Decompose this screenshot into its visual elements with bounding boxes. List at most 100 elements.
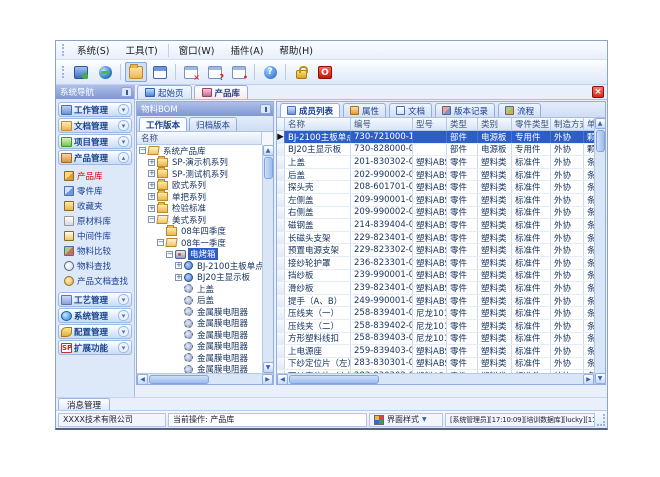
- sidebar-item-产品文档查找[interactable]: 产品文档查找: [62, 273, 132, 288]
- scroll-left-icon[interactable]: ◀: [137, 374, 148, 385]
- sidebar-item-原材料库[interactable]: 原材料库: [62, 213, 132, 228]
- table-row[interactable]: 预置电源支架229-823302-00Z塑料ABS零件塑料类标准件外协条: [277, 244, 594, 257]
- expand-icon[interactable]: +: [148, 205, 155, 212]
- tree-node[interactable]: +SP-测试机系列: [137, 168, 262, 180]
- table-row[interactable]: 压线夹（二）258-839402-00Z尼龙1010零件塑料类标准件外协条: [277, 320, 594, 333]
- table-vertical-scrollbar[interactable]: ▲ ▼: [594, 118, 605, 384]
- sidebar-group-扩展功能[interactable]: 扩展功能▾: [58, 340, 132, 355]
- table-row[interactable]: 上电源座259-839403-00Z塑料ABS零件塑料类标准件外协条: [277, 345, 594, 358]
- expand-icon[interactable]: +: [148, 182, 155, 189]
- sidebar-group-系统管理[interactable]: 系统管理▾: [58, 308, 132, 323]
- expand-icon[interactable]: +: [175, 274, 182, 281]
- menu-item[interactable]: 帮助(H): [271, 41, 321, 59]
- window-close-button[interactable]: [180, 62, 202, 82]
- help-button[interactable]: [259, 62, 281, 82]
- chevron-down-icon[interactable]: ▾: [118, 326, 129, 337]
- tab-流程[interactable]: 流程: [498, 103, 541, 117]
- pin-icon[interactable]: [121, 87, 132, 97]
- tree-node[interactable]: +欧式系列: [137, 180, 262, 192]
- chevron-down-icon[interactable]: ▾: [118, 104, 129, 115]
- column-header-类别[interactable]: 类别: [478, 118, 512, 130]
- window-help-button[interactable]: [204, 62, 226, 82]
- chevron-up-icon[interactable]: ▴: [118, 152, 129, 163]
- desktop-button[interactable]: [70, 62, 92, 82]
- tab-归档版本[interactable]: 归档版本: [189, 117, 237, 131]
- tree-node[interactable]: +BJ20主显示板: [137, 272, 262, 284]
- tree-node[interactable]: 金属膜电阻器: [137, 341, 262, 353]
- scroll-down-icon[interactable]: ▼: [595, 373, 606, 384]
- table-row[interactable]: 接纱轮护罩236-823301-00Z塑料ABS零件塑料类标准件外协条: [277, 257, 594, 270]
- column-header-单位[interactable]: 单位: [584, 118, 594, 130]
- tree-node[interactable]: −电烤箱: [137, 249, 262, 261]
- close-tab-icon[interactable]: ×: [592, 86, 604, 98]
- sidebar-item-零件库[interactable]: 零件库: [62, 183, 132, 198]
- collapse-icon[interactable]: −: [157, 239, 164, 246]
- table-row[interactable]: 上盖201-830302-00Z塑料ABS零件塑料类标准件外协条: [277, 156, 594, 169]
- tree-node[interactable]: +单把系列: [137, 191, 262, 203]
- tree-node[interactable]: 金属膜电阻器: [137, 329, 262, 341]
- table-horizontal-scrollbar[interactable]: ◀ ▶: [277, 373, 594, 384]
- tree-node[interactable]: +BJ-2100主板单点: [137, 260, 262, 272]
- tree-node[interactable]: −系统产品库: [137, 145, 262, 157]
- sidebar-item-中间件库[interactable]: 中间件库: [62, 228, 132, 243]
- collapse-icon[interactable]: −: [148, 216, 155, 223]
- lock-button[interactable]: [290, 62, 312, 82]
- globe-button[interactable]: [94, 62, 116, 82]
- chevron-down-icon[interactable]: ▾: [118, 136, 129, 147]
- exit-button[interactable]: [314, 62, 336, 82]
- table-row[interactable]: 左侧盖209-990001-01Z塑料ABS零件塑料类标准件外协条: [277, 194, 594, 207]
- tab-成员列表[interactable]: 成员列表: [280, 103, 340, 117]
- tab-版本记录[interactable]: 版本记录: [435, 103, 495, 117]
- expand-icon[interactable]: +: [148, 170, 155, 177]
- scroll-down-icon[interactable]: ▼: [263, 362, 274, 373]
- pin-icon[interactable]: [260, 104, 271, 114]
- tab-文档[interactable]: 文档: [389, 103, 432, 117]
- tree-horizontal-scrollbar[interactable]: ◀ ▶: [137, 373, 273, 384]
- column-header-类型[interactable]: 类型: [447, 118, 478, 130]
- layout-button[interactable]: [149, 62, 171, 82]
- table-row[interactable]: 磁钢盖214-839404-01Z塑料ABS零件塑料类标准件外协条: [277, 219, 594, 232]
- table-row[interactable]: 探头壳208-601701-01Z塑料ABS零件塑料类标准件外协条: [277, 181, 594, 194]
- table-row[interactable]: ▶BJ-2100主板单点730-721000-12Z部件电源板专用件外协颗: [277, 131, 594, 144]
- sidebar-group-项目管理[interactable]: 项目管理▾: [58, 134, 132, 149]
- menu-item[interactable]: 窗口(W): [171, 41, 223, 59]
- table-row[interactable]: 后盖202-990002-01Z塑料ABS零件塑料类标准件外协条: [277, 169, 594, 182]
- table-row[interactable]: 压线夹（一）258-839401-00Z尼龙1010零件塑料类标准件外协条: [277, 307, 594, 320]
- column-header-名称[interactable]: 名称: [285, 118, 351, 130]
- tree-node[interactable]: +检验标准: [137, 203, 262, 215]
- sidebar-item-产品库[interactable]: 产品库: [62, 168, 132, 183]
- tree-vertical-scrollbar[interactable]: ▲ ▼: [262, 145, 273, 373]
- tree-node[interactable]: 金属膜电阻器: [137, 318, 262, 330]
- tree-node[interactable]: 金属膜电阻器: [137, 364, 262, 374]
- tab-起始页[interactable]: 起始页: [137, 85, 192, 99]
- sidebar-group-工艺管理[interactable]: 工艺管理▾: [58, 292, 132, 307]
- folder-button[interactable]: [125, 62, 147, 82]
- scrollbar-thumb[interactable]: [596, 130, 605, 152]
- sidebar-item-收藏夹[interactable]: 收藏夹: [62, 198, 132, 213]
- scroll-right-icon[interactable]: ▶: [262, 374, 273, 385]
- chevron-down-icon[interactable]: ▾: [118, 310, 129, 321]
- table-row[interactable]: 滑纱板239-823401-00Z塑料ABS零件塑料类标准件外协条: [277, 282, 594, 295]
- expand-icon[interactable]: +: [148, 193, 155, 200]
- table-row[interactable]: 挡纱板239-990001-01Z塑料ABS零件塑料类标准件外协条: [277, 270, 594, 283]
- table-row[interactable]: 下纱定位片（左）283-830301-00Z塑料ABS零件塑料类标准件外协条: [277, 358, 594, 371]
- tree-node[interactable]: 后盖: [137, 295, 262, 307]
- menu-item[interactable]: 工具(T): [117, 41, 165, 59]
- tree-node[interactable]: +SP-演示机系列: [137, 157, 262, 169]
- sidebar-group-工作管理[interactable]: 工作管理▾: [58, 102, 132, 117]
- sidebar-group-文档管理[interactable]: 文档管理▾: [58, 118, 132, 133]
- sidebar-group-配置管理[interactable]: 配置管理▾: [58, 324, 132, 339]
- table-row[interactable]: 长磁头支架229-823401-00Z塑料ABS零件塑料类标准件外协条: [277, 232, 594, 245]
- sidebar-group-产品管理[interactable]: 产品管理▴: [58, 150, 132, 165]
- resize-grip[interactable]: [597, 414, 605, 426]
- sidebar-item-物料比较[interactable]: 物料比较: [62, 243, 132, 258]
- scrollbar-thumb[interactable]: [289, 375, 379, 384]
- window-pin-button[interactable]: [228, 62, 250, 82]
- column-header-编号[interactable]: 编号: [351, 118, 413, 130]
- tree-node[interactable]: 金属膜电阻器: [137, 352, 262, 364]
- scrollbar-thumb[interactable]: [149, 375, 209, 384]
- sidebar-item-物料查找[interactable]: 物料查找: [62, 258, 132, 273]
- scroll-up-icon[interactable]: ▲: [263, 145, 274, 156]
- tree-node[interactable]: 08年四季度: [137, 226, 262, 238]
- tab-属性[interactable]: 属性: [343, 103, 386, 117]
